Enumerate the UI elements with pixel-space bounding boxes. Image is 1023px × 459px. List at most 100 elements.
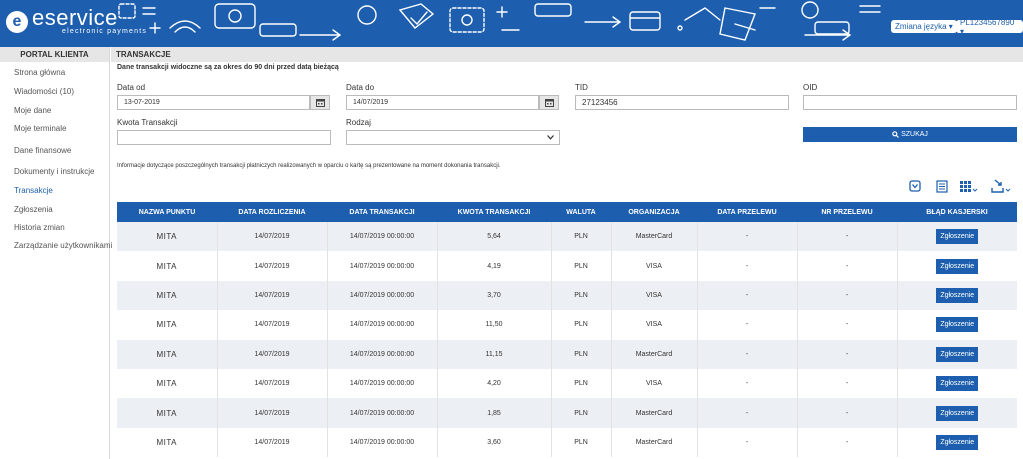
cell-organization: VISA [611, 280, 698, 311]
date-to-input[interactable]: 14/07/2019 [346, 95, 539, 110]
transaction-info-note: Informacje dotyczące poszczególnych tran… [117, 163, 501, 169]
account-button[interactable]: PL1234567890 ▾ [956, 18, 1023, 36]
cell-organization: MasterCard [611, 222, 698, 252]
type-label: Rodzaj [346, 118, 371, 127]
cell-point-name: MITA [117, 427, 218, 458]
cell-amount: 3,70 [437, 280, 552, 311]
cell-transfer-date: - [697, 339, 798, 369]
collapse-button[interactable] [909, 178, 921, 194]
sidebar-item-home[interactable]: Strona główna [14, 68, 65, 77]
cell-transaction-date: 14/07/2019 00:00:00 [327, 310, 438, 340]
sidebar-item-financial-data[interactable]: Dane finansowe [14, 146, 71, 155]
cell-point-name: MITA [117, 251, 218, 281]
transactions-table: NAZWA PUNKTU DATA ROZLICZENIA DATA TRANS… [117, 202, 1017, 458]
sidebar-item-messages[interactable]: Wiadomości (10) [14, 87, 74, 96]
report-button[interactable]: Zgłoszenie [936, 346, 979, 362]
header-transaction-date[interactable]: DATA TRANSAKCJI [327, 202, 437, 222]
header-transfer-number[interactable]: NR PRZELEWU [797, 202, 897, 222]
list-view-icon [936, 179, 948, 193]
header-amount[interactable]: KWOTA TRANSAKCJI [437, 202, 551, 222]
grid-view-button[interactable] [960, 178, 978, 194]
cell-organization: VISA [611, 368, 698, 399]
oid-input[interactable] [803, 95, 1017, 110]
cell-transfer-number: - [797, 368, 898, 399]
cell-transfer-date: - [697, 368, 798, 399]
cell-transfer-date: - [697, 427, 798, 458]
cell-currency: PLN [551, 280, 612, 311]
search-icon [892, 131, 900, 138]
cell-currency: PLN [551, 398, 612, 428]
sidebar-item-transactions[interactable]: Transakcje [14, 186, 53, 195]
report-button[interactable]: Zgłoszenie [936, 376, 979, 392]
cell-transaction-date: 14/07/2019 00:00:00 [327, 251, 438, 281]
sidebar-item-tickets[interactable]: Zgłoszenia [14, 205, 53, 214]
header-currency[interactable]: WALUTA [551, 202, 611, 222]
amount-input[interactable] [117, 130, 331, 145]
search-button[interactable]: SZUKAJ [803, 127, 1017, 142]
cell-currency: PLN [551, 339, 612, 369]
report-button[interactable]: Zgłoszenie [936, 229, 979, 245]
cell-settlement-date: 14/07/2019 [217, 368, 328, 399]
cell-organization: MasterCard [611, 398, 698, 428]
sidebar: PORTAL KLIENTA Strona główna Wiadomości … [0, 47, 112, 459]
sidebar-item-my-data[interactable]: Moje dane [14, 106, 51, 115]
cell-transfer-date: - [697, 398, 798, 428]
header-settlement-date[interactable]: DATA ROZLICZENIA [217, 202, 327, 222]
cell-currency: PLN [551, 251, 612, 281]
cell-amount: 4,19 [437, 251, 552, 281]
cell-point-name: MITA [117, 310, 218, 340]
cell-transaction-date: 14/07/2019 00:00:00 [327, 368, 438, 399]
report-button[interactable]: Zgłoszenie [936, 317, 979, 333]
tid-input[interactable]: 27123456 [575, 95, 789, 110]
page-title: TRANSAKCJE [111, 47, 1023, 62]
cell-organization: MasterCard [611, 427, 698, 458]
cell-amount: 11,50 [437, 310, 552, 340]
cell-settlement-date: 14/07/2019 [217, 222, 328, 252]
header-cashier-error[interactable]: BŁĄD KASJERSKI [897, 202, 1017, 222]
brand-logo-icon: e [6, 10, 28, 33]
cell-organization: VISA [611, 251, 698, 281]
search-button-label: SZUKAJ [901, 131, 928, 138]
table-row: MITA 14/07/2019 14/07/2019 00:00:00 5,64… [117, 222, 1017, 252]
sidebar-item-change-history[interactable]: Historia zmian [14, 223, 65, 232]
header-organization[interactable]: ORGANIZACJA [611, 202, 697, 222]
cell-transfer-number: - [797, 427, 898, 458]
cell-settlement-date: 14/07/2019 [217, 251, 328, 281]
table-header-row: NAZWA PUNKTU DATA ROZLICZENIA DATA TRANS… [117, 202, 1017, 222]
list-view-button[interactable] [936, 178, 948, 194]
date-to-calendar-button[interactable] [539, 95, 559, 110]
sidebar-item-documents[interactable]: Dokumenty i instrukcje [14, 167, 94, 176]
cell-amount: 4,20 [437, 368, 552, 399]
language-button[interactable]: Zmiana języka ▾ [891, 20, 957, 33]
report-button[interactable]: Zgłoszenie [936, 287, 979, 303]
grid-view-icon [960, 181, 978, 192]
cell-transaction-date: 14/07/2019 00:00:00 [327, 339, 438, 369]
cell-transaction-date: 14/07/2019 00:00:00 [327, 280, 438, 311]
date-from-calendar-button[interactable] [310, 95, 330, 110]
header-transfer-date[interactable]: DATA PRZELEWU [697, 202, 797, 222]
cell-amount: 1,85 [437, 398, 552, 428]
table-row: MITA 14/07/2019 14/07/2019 00:00:00 11,1… [117, 339, 1017, 369]
date-from-label: Data od [117, 83, 146, 92]
type-select[interactable] [346, 130, 560, 145]
report-button[interactable]: Zgłoszenie [936, 405, 979, 421]
report-button[interactable]: Zgłoszenie [936, 434, 979, 450]
tid-label: TID [575, 83, 588, 92]
sidebar-item-user-management[interactable]: Zarządzanie użytkownikami [14, 241, 112, 250]
date-range-note: Dane transakcji widoczne są za okres do … [117, 64, 339, 71]
oid-label: OID [803, 83, 818, 92]
cell-amount: 11,15 [437, 339, 552, 369]
export-button[interactable] [991, 178, 1011, 194]
cell-organization: MasterCard [611, 339, 698, 369]
date-from-input[interactable]: 13-07-2019 [117, 95, 310, 110]
report-button[interactable]: Zgłoszenie [936, 258, 979, 274]
header-point-name[interactable]: NAZWA PUNKTU [117, 202, 217, 222]
cell-point-name: MITA [117, 222, 218, 252]
table-row: MITA 14/07/2019 14/07/2019 00:00:00 11,5… [117, 310, 1017, 340]
banner-decoration [118, 1, 881, 41]
cell-amount: 5,64 [437, 222, 552, 252]
cell-transfer-number: - [797, 251, 898, 281]
cell-point-name: MITA [117, 398, 218, 428]
sidebar-item-my-terminals[interactable]: Moje terminale [14, 124, 66, 133]
cell-transfer-date: - [697, 251, 798, 281]
